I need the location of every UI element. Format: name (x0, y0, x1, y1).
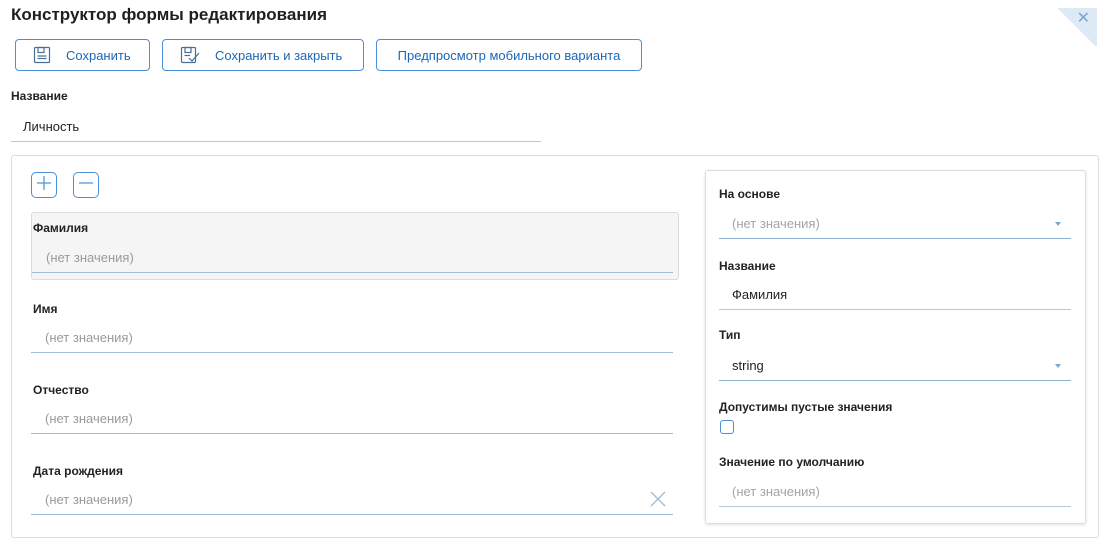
field-label: Отчество (33, 383, 89, 397)
clear-icon[interactable] (649, 490, 667, 513)
field-input[interactable]: (нет значения) (32, 243, 673, 273)
form-name-label: Название (11, 89, 68, 103)
allow-empty-label: Допустимы пустые значения (719, 400, 893, 414)
type-value: string (732, 358, 764, 373)
field-input[interactable]: (нет значения) (31, 404, 673, 434)
form-designer-panel: Фамилия (нет значения) Имя (нет значения… (11, 155, 1099, 538)
chevron-down-icon (1055, 222, 1061, 226)
field-input[interactable]: (нет значения) (31, 323, 673, 353)
save-button[interactable]: Сохранить (15, 39, 150, 71)
field-label: Имя (33, 302, 58, 316)
based-on-label: На основе (719, 187, 780, 201)
toolbar: Сохранить Сохранить и закрыть Предпросмо… (15, 39, 642, 71)
field-label: Дата рождения (33, 464, 124, 478)
field-item-imya[interactable]: Имя (нет значения) (31, 294, 679, 356)
page-title: Конструктор формы редактирования (11, 5, 327, 24)
mobile-preview-button[interactable]: Предпросмотр мобильного варианта (376, 39, 642, 71)
plus-icon (36, 175, 52, 196)
save-and-close-button[interactable]: Сохранить и закрыть (162, 39, 364, 71)
save-close-icon (179, 45, 201, 65)
based-on-select[interactable]: (нет значения) (719, 209, 1071, 239)
remove-field-button[interactable] (73, 172, 99, 198)
field-properties-panel: На основе (нет значения) Название Фамили… (705, 170, 1086, 524)
close-icon[interactable]: ✕ (1077, 11, 1090, 27)
allow-empty-checkbox[interactable] (720, 420, 734, 434)
add-field-button[interactable] (31, 172, 57, 198)
field-item-birth-date[interactable]: Дата рождения (нет значения) (31, 456, 679, 518)
minus-icon (78, 175, 94, 196)
save-and-close-label: Сохранить и закрыть (215, 47, 343, 63)
form-name-input[interactable]: Личность (11, 112, 541, 142)
mobile-preview-label: Предпросмотр мобильного варианта (397, 47, 621, 63)
type-label: Тип (719, 328, 741, 342)
save-icon (32, 45, 52, 65)
type-select[interactable]: string (719, 351, 1071, 381)
property-name-input[interactable]: Фамилия (719, 280, 1071, 310)
default-value-label: Значение по умолчанию (719, 455, 865, 469)
field-item-otchestvo[interactable]: Отчество (нет значения) (31, 375, 679, 437)
field-item-familiya[interactable]: Фамилия (нет значения) (31, 212, 679, 280)
field-input[interactable]: (нет значения) (31, 485, 673, 515)
property-name-label: Название (719, 259, 776, 273)
chevron-down-icon (1055, 364, 1061, 368)
field-label: Фамилия (33, 221, 89, 235)
default-value-input[interactable]: (нет значения) (719, 477, 1071, 507)
save-label: Сохранить (66, 47, 131, 63)
based-on-value: (нет значения) (732, 216, 820, 231)
